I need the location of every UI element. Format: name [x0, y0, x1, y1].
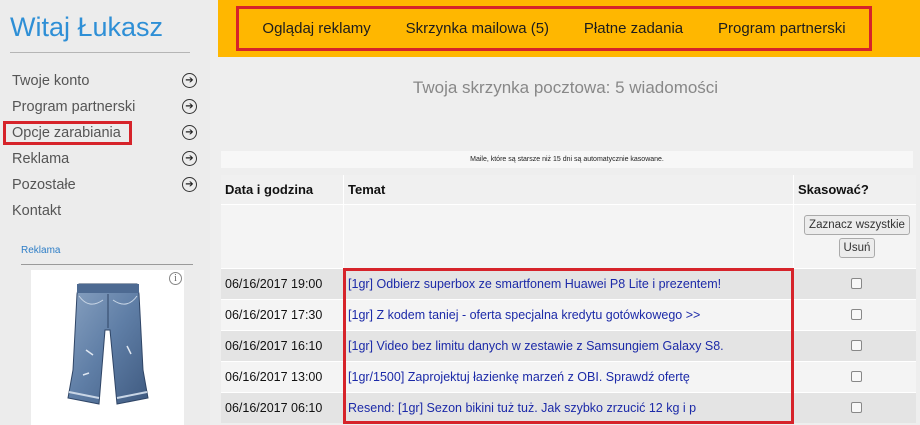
empty-cell	[221, 203, 344, 268]
nav-link-skrzynka-mailowa[interactable]: Skrzynka mailowa (5)	[406, 20, 549, 37]
delete-checkbox[interactable]	[851, 309, 863, 320]
delete-checkbox[interactable]	[851, 402, 863, 414]
delete-checkbox[interactable]	[851, 371, 863, 382]
sidebar-item-reklama[interactable]: Reklama ➔	[0, 146, 210, 172]
arrow-right-circle-icon[interactable]: ➔	[182, 99, 197, 114]
table-row[interactable]: 06/16/2017 19:00 [1gr] Odbierz superbox …	[221, 267, 916, 299]
nav-link-platne-zadania[interactable]: Płatne zadania	[584, 20, 683, 37]
sidebar-item-label: Program partnerski	[12, 99, 136, 115]
side-menu: Twoje konto ➔ Program partnerski ➔ Opcje…	[0, 68, 210, 224]
column-header-date: Data i godzina	[221, 175, 344, 204]
mail-subject-link[interactable]: Resend: [1gr] Sezon bikini tuż tuż. Jak …	[343, 391, 794, 423]
sidebar-item-label: Twoje konto	[12, 73, 90, 89]
mail-subject-link[interactable]: [1gr] Z kodem taniej - oferta specjalna …	[343, 298, 794, 330]
nav-link-ogladaj-reklamy[interactable]: Oglądaj reklamy	[262, 20, 370, 37]
table-controls-row: Zaznacz wszystkie Usuń	[221, 203, 916, 268]
mail-date: 06/16/2017 16:10	[221, 329, 344, 361]
sidebar-item-label: Reklama	[12, 151, 70, 167]
sidebar-item-twoje-konto[interactable]: Twoje konto ➔	[0, 68, 210, 94]
select-all-button[interactable]: Zaznacz wszystkie	[804, 214, 910, 235]
delete-cell	[792, 391, 916, 423]
delete-cell	[792, 360, 916, 392]
retention-notice: Maile, które są starsze niż 15 dni są au…	[221, 151, 913, 168]
delete-cell	[792, 329, 916, 361]
delete-cell	[792, 298, 916, 330]
arrow-right-circle-icon[interactable]: ➔	[182, 151, 197, 166]
ad-label[interactable]: Reklama	[21, 245, 60, 256]
table-row[interactable]: 06/16/2017 06:10 Resend: [1gr] Sezon bik…	[221, 391, 916, 423]
jeans-shorts-image[interactable]	[31, 270, 184, 425]
mail-subject-link[interactable]: [1gr] Video bez limitu danych w zestawie…	[343, 329, 794, 361]
column-header-subject: Temat	[343, 175, 794, 204]
delete-cell	[792, 267, 916, 299]
ad-banner[interactable]: i	[31, 270, 184, 425]
greeting: Witaj Łukasz	[10, 12, 164, 42]
sidebar: Witaj Łukasz Twoje konto ➔ Program partn…	[0, 0, 210, 425]
table-row[interactable]: 06/16/2017 13:00 [1gr/1500] Zaprojektuj …	[221, 360, 916, 392]
highlight-box	[3, 121, 132, 145]
column-header-delete: Skasować?	[792, 175, 916, 204]
nav-link-program-partnerski[interactable]: Program partnerski	[718, 20, 846, 37]
sidebar-item-pozostale[interactable]: Pozostałe ➔	[0, 172, 210, 198]
mail-subject-link[interactable]: [1gr/1500] Zaprojektuj łazienkę marzeń z…	[343, 360, 794, 392]
mail-table: Data i godzina Temat Skasować? Zaznacz w…	[221, 175, 916, 423]
mail-date: 06/16/2017 13:00	[221, 360, 344, 392]
top-nav-highlight: Oglądaj reklamy Skrzynka mailowa (5) Pła…	[236, 6, 872, 51]
page-title: Twoja skrzynka pocztowa: 5 wiadomości	[412, 78, 719, 97]
sidebar-item-opcje-zarabiania[interactable]: Opcje zarabiania ➔	[0, 120, 210, 146]
arrow-right-circle-icon[interactable]: ➔	[182, 125, 197, 140]
delete-button[interactable]: Usuń	[838, 237, 876, 258]
sidebar-item-label: Kontakt	[12, 203, 62, 219]
mail-date: 06/16/2017 19:00	[221, 267, 344, 299]
table-header-row: Data i godzina Temat Skasować?	[221, 175, 916, 204]
table-row[interactable]: 06/16/2017 16:10 [1gr] Video bez limitu …	[221, 329, 916, 361]
delete-checkbox[interactable]	[851, 340, 863, 351]
mail-subject-link[interactable]: [1gr] Odbierz superbox ze smartfonem Hua…	[343, 267, 794, 299]
arrow-right-circle-icon[interactable]: ➔	[182, 177, 197, 192]
top-navigation: Oglądaj reklamy Skrzynka mailowa (5) Pła…	[218, 0, 920, 57]
arrow-right-circle-icon[interactable]: ➔	[182, 73, 197, 88]
bulk-actions-cell: Zaznacz wszystkie Usuń	[792, 203, 916, 268]
sidebar-item-program-partnerski[interactable]: Program partnerski ➔	[0, 94, 210, 120]
table-row[interactable]: 06/16/2017 17:30 [1gr] Z kodem taniej - …	[221, 298, 916, 330]
empty-cell	[343, 203, 794, 268]
info-icon[interactable]: i	[169, 272, 182, 285]
main-content: Twoja skrzynka pocztowa: 5 wiadomości Ma…	[218, 57, 920, 425]
delete-checkbox[interactable]	[851, 278, 863, 289]
ad-divider	[21, 264, 193, 265]
sidebar-item-kontakt[interactable]: Kontakt	[0, 198, 210, 224]
mail-date: 06/16/2017 17:30	[221, 298, 344, 330]
greeting-divider	[10, 52, 190, 53]
sidebar-item-label: Pozostałe	[12, 177, 76, 193]
mail-date: 06/16/2017 06:10	[221, 391, 344, 423]
